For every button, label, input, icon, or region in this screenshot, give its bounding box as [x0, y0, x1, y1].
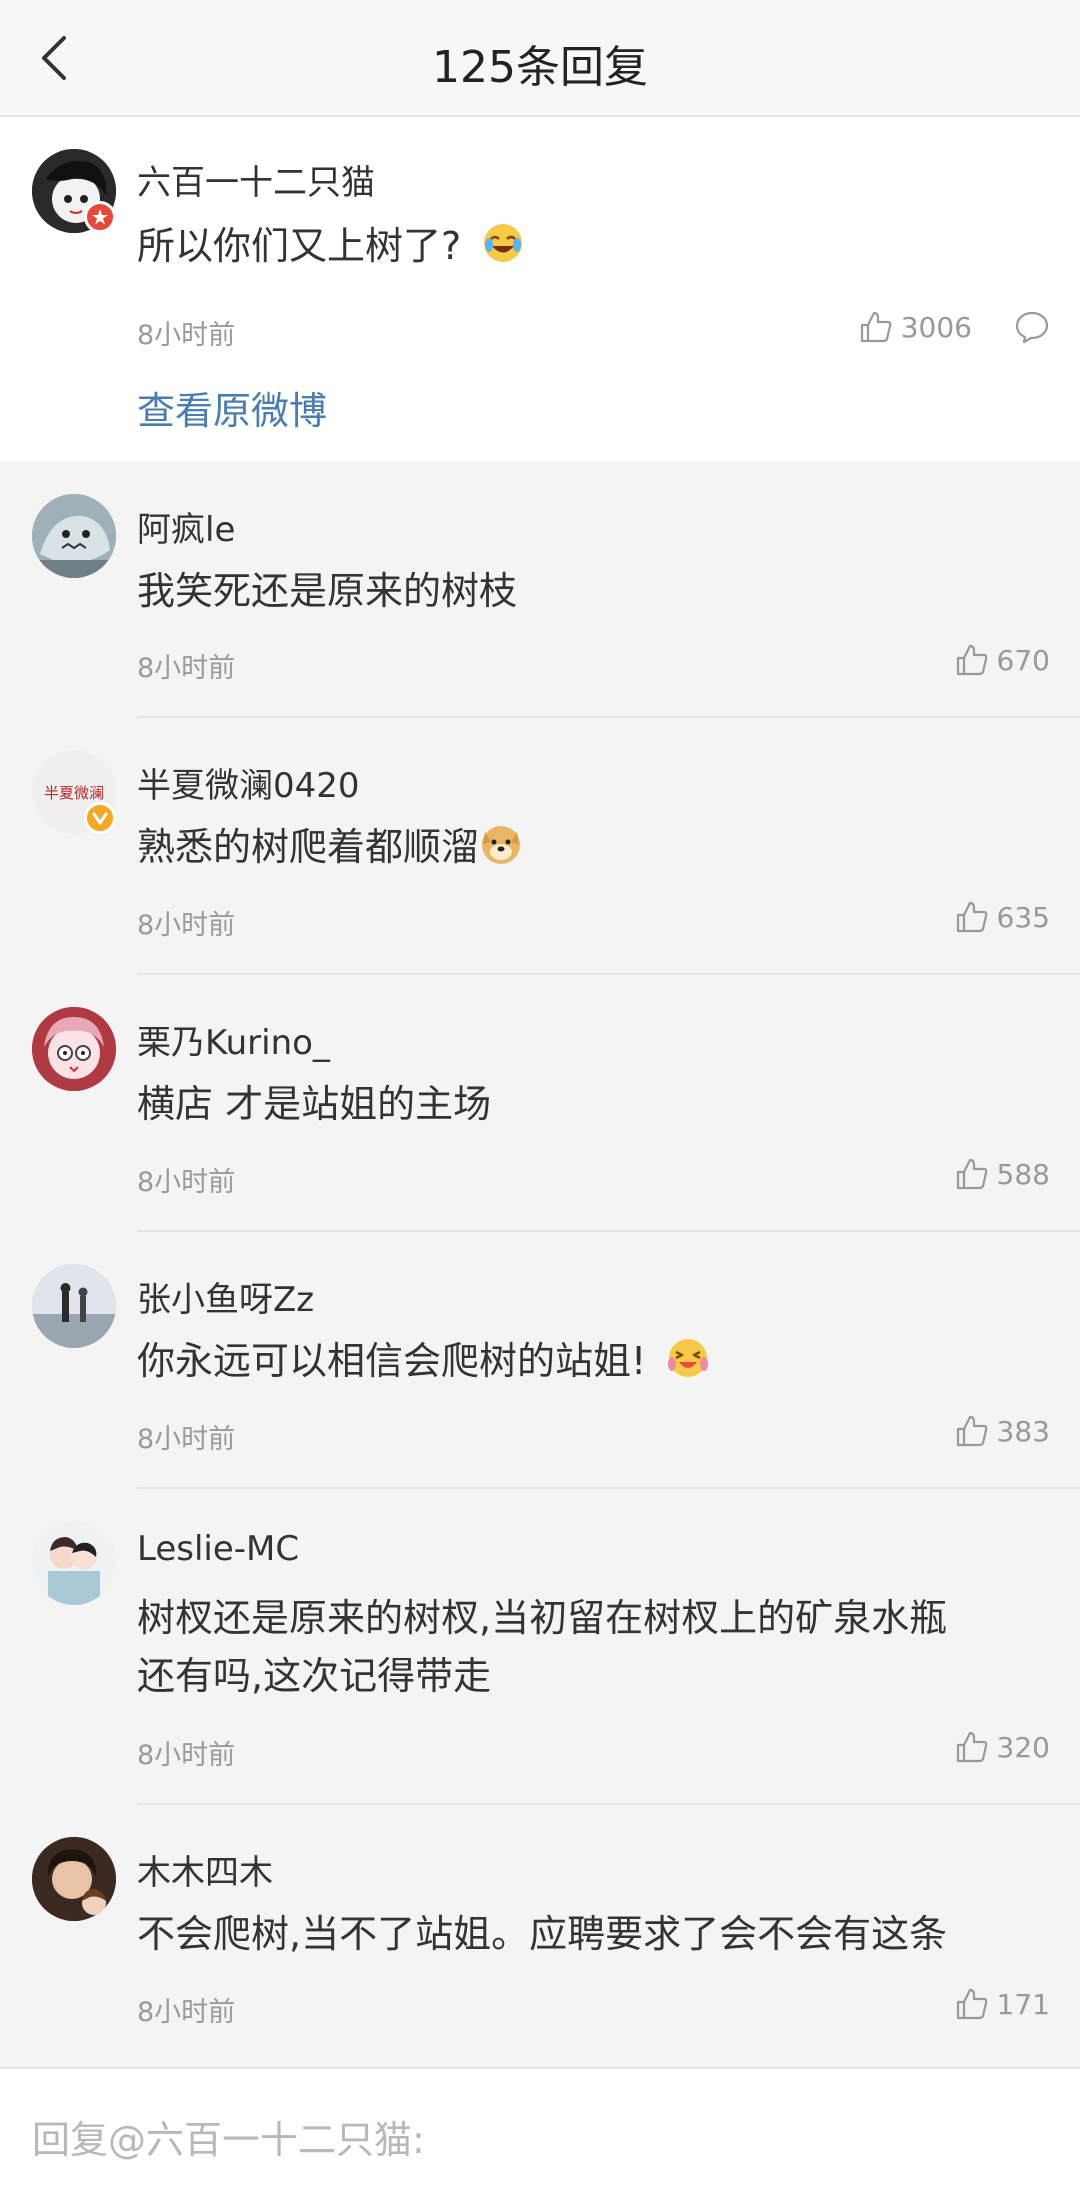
username[interactable]: 半夏微澜0420 [137, 758, 360, 807]
reply-text-line: 不会爬树,当不了站姐。应聘要求了会不会有这条 [137, 1912, 948, 1956]
thumbs-up-icon [956, 644, 987, 676]
timestamp: 8小时前 [137, 1997, 236, 2028]
reply-text-line: 树杈还是原来的树杈,当初留在树杈上的矿泉水瓶 [137, 1596, 948, 1640]
avatar[interactable] [32, 1521, 116, 1605]
thumbs-up-icon [956, 1158, 987, 1190]
timestamp: 8小时前 [137, 320, 236, 351]
username[interactable]: 阿疯le [137, 502, 235, 551]
reply-item: 张小鱼呀Zz 你永远可以相信会爬树的站姐! 8小时前 383 [0, 1232, 1080, 1489]
timestamp: 8小时前 [137, 1167, 236, 1198]
timestamp: 8小时前 [137, 910, 236, 941]
thumbs-up-icon [956, 901, 987, 933]
like-button[interactable]: 588 [955, 1154, 1050, 1194]
main-comment: 六百一十二只猫 所以你们又上树了? 8小时前 3006 查看原微博 [0, 117, 1080, 462]
comment-body: 所以你们又上树了? [137, 224, 462, 268]
view-original-post-link[interactable]: 查看原微博 [137, 380, 327, 435]
reply-item: 木木四木 不会爬树,当不了站姐。应聘要求了会不会有这条 8小时前 171 [0, 1805, 1080, 2067]
reply-text-line: 你永远可以相信会爬树的站姐! [137, 1339, 647, 1383]
thumbs-up-icon [956, 1415, 987, 1447]
timestamp: 8小时前 [137, 1424, 236, 1455]
avatar[interactable] [32, 494, 116, 578]
reply-bar: 回复@六百一十二只猫: [0, 2067, 1080, 2200]
verified-badge-icon [84, 201, 116, 233]
avatar[interactable] [32, 1837, 116, 1921]
thumbs-up-icon [956, 1731, 987, 1763]
excited-emoji-icon [668, 1338, 709, 1377]
reply-item: 半夏微澜 半夏微澜0420 熟悉的树爬着都顺溜 8小时前 635 [0, 718, 1080, 975]
page-title: 125条回复 [432, 42, 648, 93]
thumbs-up-icon [860, 311, 892, 343]
username[interactable]: 张小鱼呀Zz [137, 1272, 314, 1321]
like-button[interactable]: 171 [955, 1984, 1050, 2024]
reply-item: Leslie-MC 树杈还是原来的树杈,当初留在树杈上的矿泉水瓶 还有吗,这次记… [0, 1489, 1080, 1805]
comment-text: 所以你们又上树了? [137, 217, 525, 275]
username[interactable]: Leslie-MC [137, 1529, 299, 1569]
like-count: 3006 [900, 310, 972, 344]
reply-item: 阿疯le 我笑死还是原来的树枝 8小时前 670 [0, 462, 1080, 718]
comment-icon[interactable] [1014, 309, 1050, 345]
timestamp: 8小时前 [137, 653, 236, 684]
like-button[interactable]: 320 [955, 1727, 1050, 1767]
avatar[interactable] [32, 1264, 116, 1348]
avatar-text: 半夏微澜 [44, 784, 104, 802]
laugh-cry-emoji-icon [484, 223, 523, 262]
like-button[interactable]: 635 [955, 897, 1050, 937]
like-button[interactable]: 3006 [859, 307, 972, 347]
like-count: 320 [996, 1730, 1050, 1764]
reply-text-line: 熟悉的树爬着都顺溜 [137, 825, 480, 869]
verified-badge-icon [84, 802, 116, 834]
reply-input[interactable]: 回复@六百一十二只猫: [32, 2109, 425, 2164]
avatar[interactable] [32, 1007, 116, 1091]
reply-text-line: 还有吗,这次记得带走 [137, 1654, 492, 1698]
top-bar: 125条回复 [0, 0, 1080, 117]
reply-text-line: 横店 才是站姐的主场 [137, 1082, 492, 1126]
like-count: 588 [996, 1157, 1050, 1191]
username[interactable]: 栗乃Kurino_ [137, 1015, 330, 1064]
doge-emoji-icon [482, 825, 521, 864]
timestamp: 8小时前 [137, 1740, 236, 1771]
like-button[interactable]: 670 [955, 640, 1050, 680]
like-count: 635 [996, 900, 1050, 934]
username[interactable]: 六百一十二只猫 [137, 155, 375, 204]
like-count: 383 [996, 1414, 1050, 1448]
reply-text-line: 我笑死还是原来的树枝 [137, 569, 518, 613]
like-button[interactable]: 383 [955, 1411, 1050, 1451]
comment-text: 你永远可以相信会爬树的站姐! [137, 1332, 710, 1390]
like-count: 171 [996, 1987, 1050, 2021]
username[interactable]: 木木四木 [137, 1845, 273, 1894]
like-count: 670 [996, 643, 1050, 677]
comment-text: 熟悉的树爬着都顺溜 [137, 818, 523, 876]
thumbs-up-icon [956, 1988, 987, 2020]
reply-item: 栗乃Kurino_ 横店 才是站姐的主场 8小时前 588 [0, 975, 1080, 1232]
